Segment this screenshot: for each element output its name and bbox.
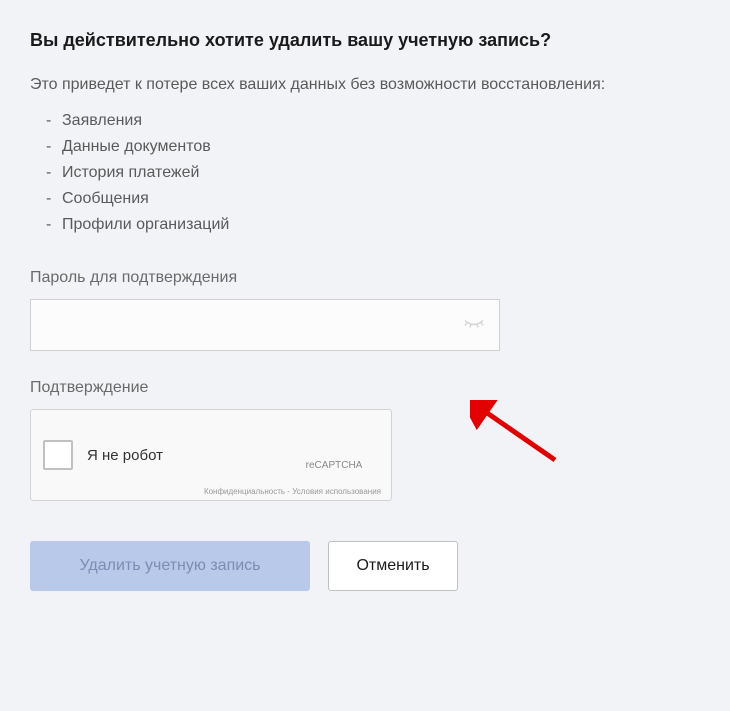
dialog-heading: Вы действительно хотите удалить вашу уче… (30, 30, 700, 51)
list-item: Данные документов (62, 138, 700, 156)
confirmation-label: Подтверждение (30, 379, 700, 397)
list-item: История платежей (62, 164, 700, 182)
password-field-wrap (30, 299, 500, 351)
recaptcha-label: Я не робот (87, 447, 289, 464)
warning-description: Это приведет к потере всех ваших данных … (30, 76, 700, 94)
list-item: Профили организаций (62, 216, 700, 234)
list-item: Заявления (62, 112, 700, 130)
password-label: Пароль для подтверждения (30, 269, 700, 287)
recaptcha-terms: Конфиденциальность - Условия использован… (204, 487, 381, 496)
button-row: Удалить учетную запись Отменить (30, 541, 700, 591)
recaptcha-checkbox[interactable] (43, 440, 73, 470)
recaptcha-branding: reCAPTCHA (289, 440, 379, 471)
delete-account-button[interactable]: Удалить учетную запись (30, 541, 310, 591)
data-loss-list: Заявления Данные документов История плат… (30, 112, 700, 234)
password-input[interactable] (30, 299, 500, 351)
cancel-button[interactable]: Отменить (328, 541, 458, 591)
recaptcha-brand-text: reCAPTCHA (306, 460, 363, 471)
annotation-arrow-icon (470, 400, 560, 475)
list-item: Сообщения (62, 190, 700, 208)
recaptcha-widget: Я не робот reCAPTCHA Конфиденциальность … (30, 409, 392, 501)
eye-closed-icon[interactable] (462, 311, 486, 340)
